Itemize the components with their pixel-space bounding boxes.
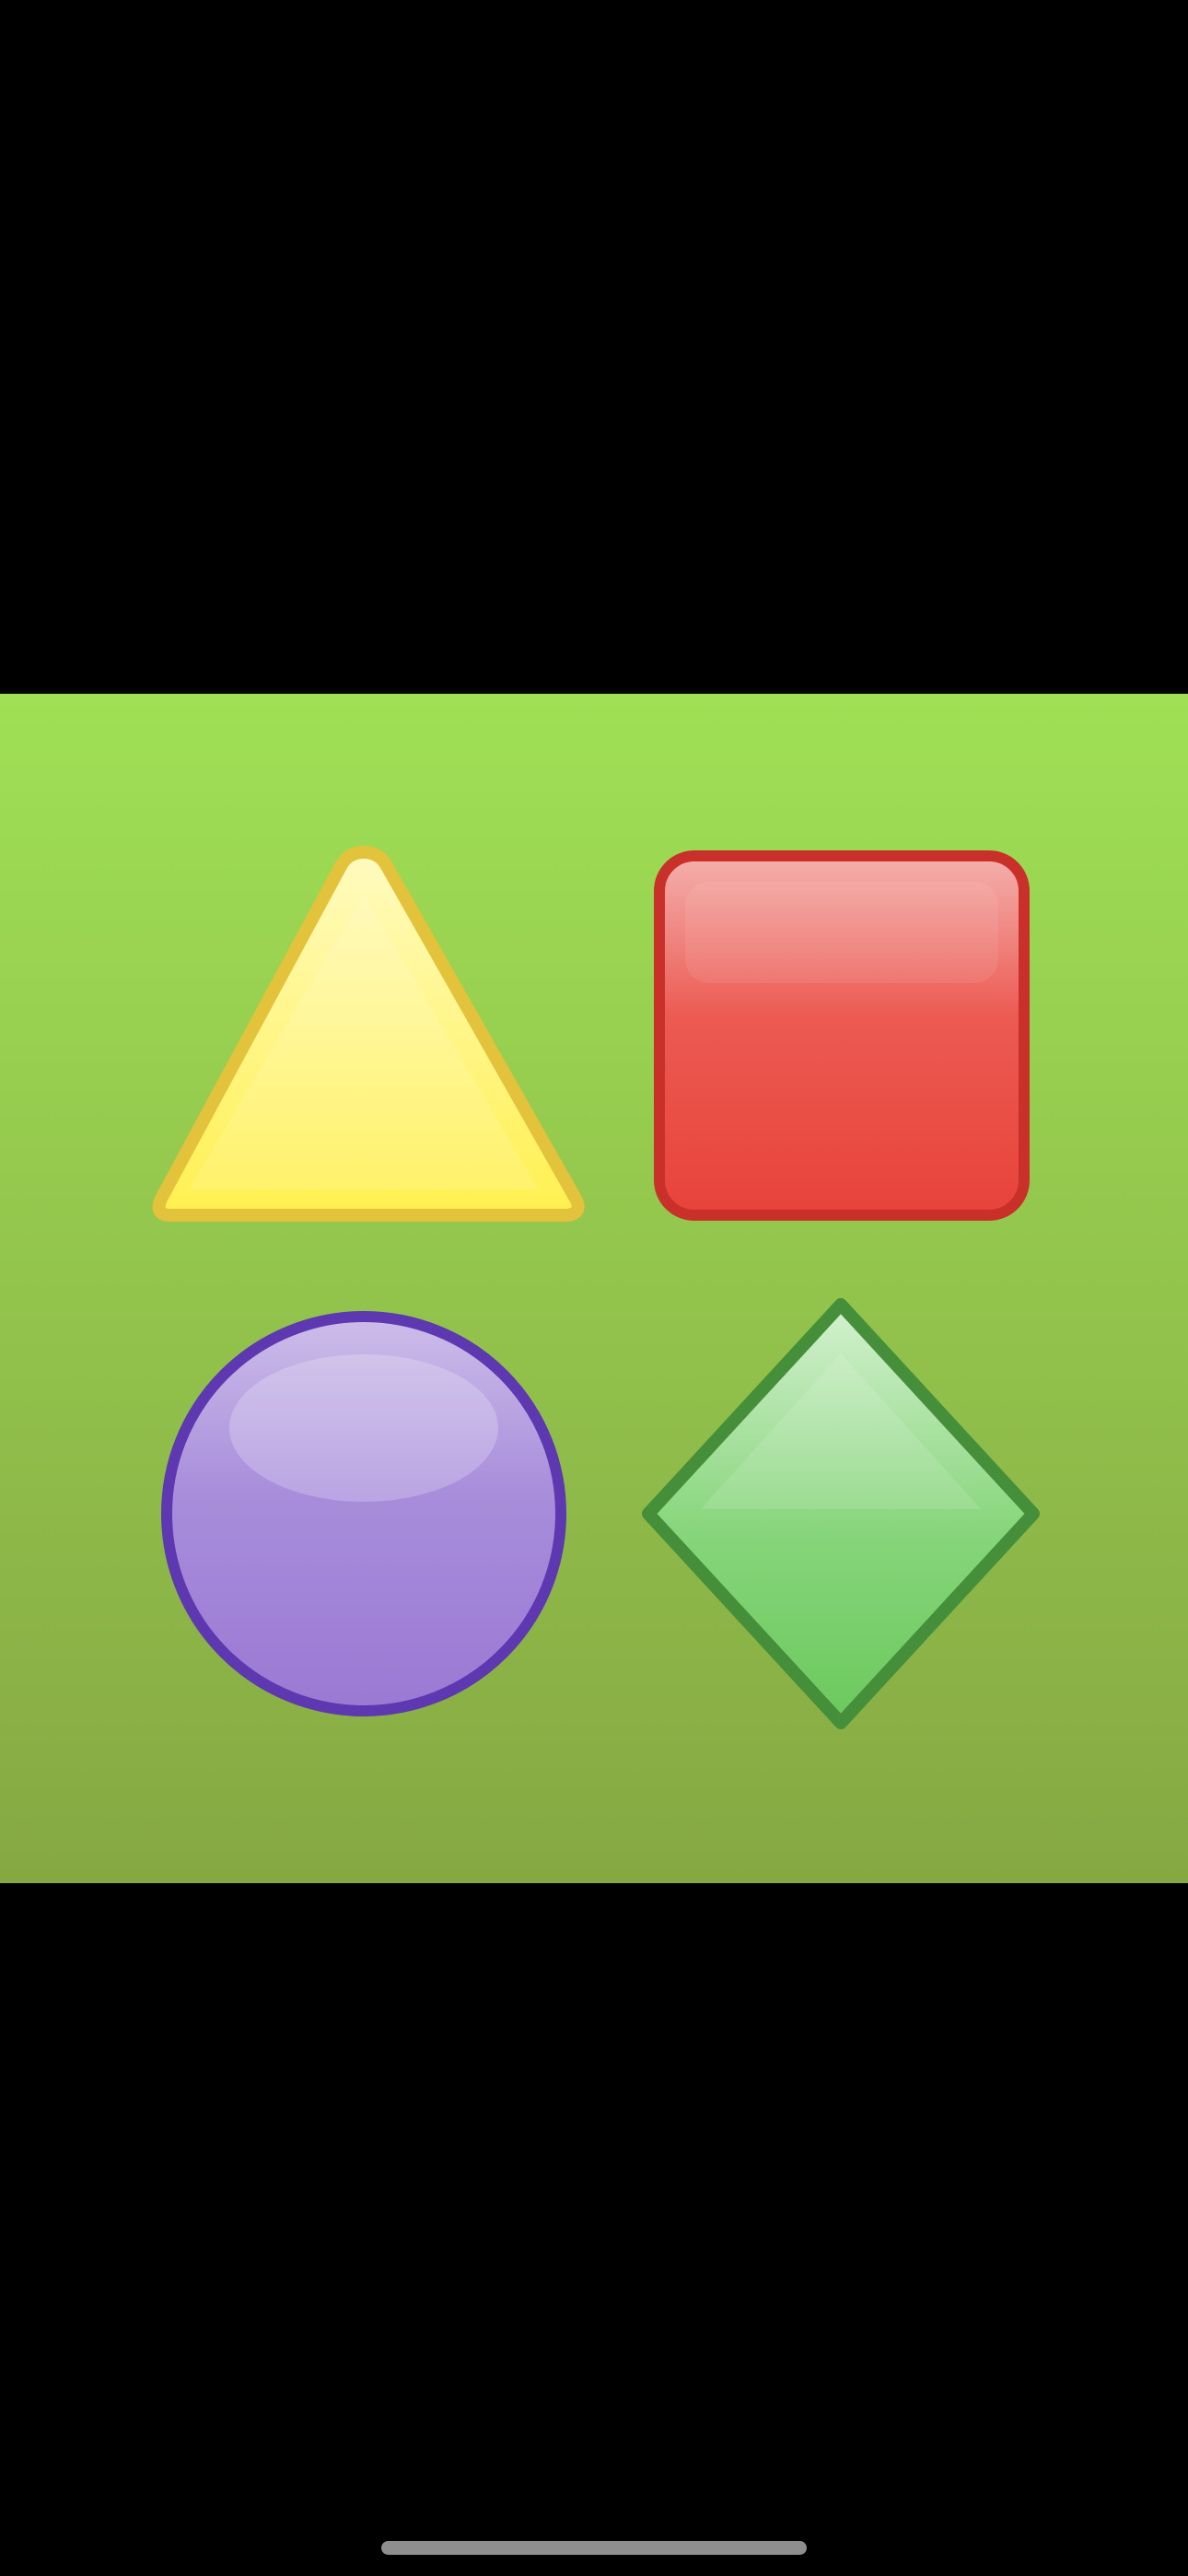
shapes-image [0, 694, 1188, 1883]
home-indicator[interactable] [381, 2541, 807, 2555]
red-square [654, 850, 1030, 1221]
image-viewer[interactable] [0, 694, 1188, 1883]
screen [0, 0, 1188, 2576]
purple-circle [161, 1311, 566, 1716]
